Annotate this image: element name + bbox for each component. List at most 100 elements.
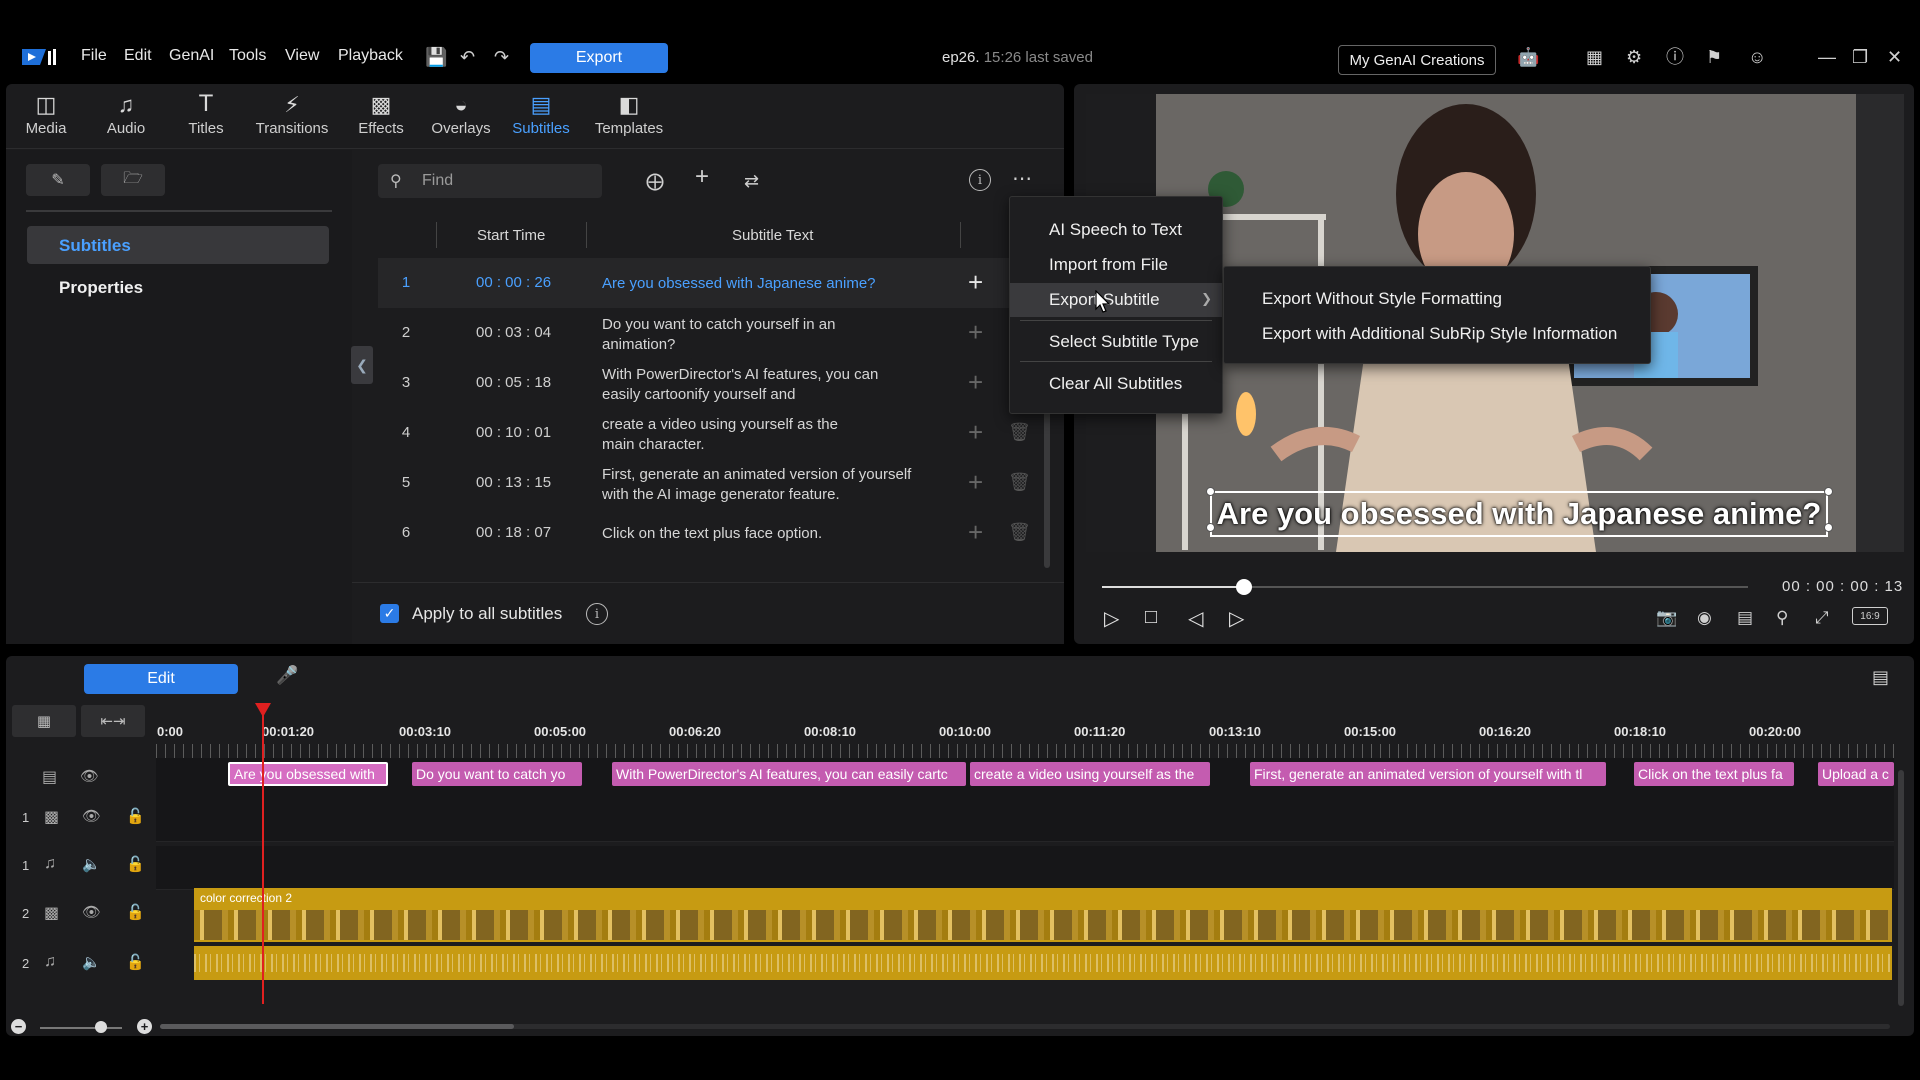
subtitle-row[interactable]: 2 00 : 03 : 04 Do you want to catch your… [378, 308, 1050, 358]
row-start-time[interactable]: 00 : 18 : 07 [476, 524, 551, 541]
tab-overlays[interactable]: ◒ Overlays [421, 92, 501, 137]
lock-icon[interactable]: 🔓 [126, 903, 145, 921]
restore-icon[interactable]: ❐ [1852, 48, 1868, 66]
timeline-vertical-scrollbar[interactable] [1898, 770, 1904, 1006]
track-manager-button[interactable]: ▦ [12, 705, 76, 737]
playhead-line[interactable] [262, 704, 264, 1004]
subtitle-row[interactable]: 4 00 : 10 : 01 create a video using your… [378, 408, 1050, 458]
menu-clear-all-subtitles[interactable]: Clear All Subtitles [1010, 367, 1222, 401]
stop-icon[interactable]: □ [1145, 606, 1157, 629]
resize-handle[interactable] [1824, 523, 1833, 532]
feedback-icon[interactable]: ⚑ [1706, 48, 1722, 66]
trash-icon[interactable]: 🗑 [1008, 422, 1031, 443]
sidebar-item-subtitles[interactable]: Subtitles [27, 226, 329, 264]
voice-record-icon[interactable]: 🎤 [276, 666, 298, 684]
menu-select-subtitle-type[interactable]: Select Subtitle Type [1010, 325, 1222, 359]
lock-icon[interactable]: 🔓 [126, 807, 145, 825]
aspect-ratio-button[interactable]: 16:9 [1852, 607, 1888, 625]
insert-subtitle-icon[interactable]: + [968, 469, 983, 495]
insert-subtitle-icon[interactable]: + [968, 519, 983, 545]
close-icon[interactable]: ✕ [1887, 48, 1902, 66]
menu-playback[interactable]: Playback [338, 47, 403, 65]
zoom-slider-track[interactable] [40, 1027, 122, 1029]
speaker-icon[interactable]: 🔈 [82, 953, 101, 971]
subtitle-row[interactable]: 1 00 : 00 : 26 Are you obsessed with Jap… [378, 258, 1050, 308]
more-options-icon[interactable]: ⋯ [1012, 169, 1032, 189]
row-start-time[interactable]: 00 : 13 : 15 [476, 474, 551, 491]
resize-handle[interactable] [1206, 487, 1215, 496]
row-start-time[interactable]: 00 : 03 : 04 [476, 324, 551, 341]
eye-icon[interactable]: 👁 [82, 807, 101, 825]
row-subtitle-text[interactable]: With PowerDirector's AI features, you ca… [602, 365, 882, 405]
save-icon[interactable]: 💾 [425, 48, 447, 66]
collapse-sidebar-button[interactable]: ❮ [351, 346, 373, 384]
subtitle-clip[interactable]: create a video using yourself as the [970, 762, 1210, 786]
eye-icon[interactable]: 👁 [82, 903, 101, 921]
video-clip[interactable]: color correction 2 [194, 888, 1892, 942]
row-start-time[interactable]: 00 : 05 : 18 [476, 374, 551, 391]
preview-quality-icon[interactable]: ◉ [1697, 608, 1712, 628]
menu-tools[interactable]: Tools [229, 47, 266, 65]
subtitle-clip[interactable]: First, generate an animated version of y… [1250, 762, 1606, 786]
tab-templates[interactable]: ◧ Templates [589, 92, 669, 137]
insert-subtitle-icon[interactable]: + [968, 419, 983, 445]
row-subtitle-text[interactable]: First, generate an animated version of y… [602, 465, 922, 505]
menu-import-from-file[interactable]: Import from File [1010, 248, 1222, 282]
speaker-icon[interactable]: 🔈 [82, 855, 101, 873]
row-subtitle-text[interactable]: Click on the text plus face option. [602, 524, 922, 544]
tab-transitions[interactable]: ⚡ Transitions [252, 92, 332, 137]
next-frame-icon[interactable]: ▷ [1229, 606, 1244, 631]
tab-subtitles[interactable]: ▤ Subtitles [501, 92, 581, 137]
subtitle-row[interactable]: 3 00 : 05 : 18 With PowerDirector's AI f… [378, 358, 1050, 408]
timeline-scroll-thumb[interactable] [160, 1024, 514, 1029]
video-track[interactable] [156, 798, 1894, 842]
snapshot-icon[interactable]: 📷 [1656, 608, 1677, 628]
menu-export-with-subrip-style[interactable]: Export with Additional SubRip Style Info… [1262, 324, 1617, 344]
row-start-time[interactable]: 00 : 00 : 26 [476, 274, 551, 291]
audio-clip[interactable] [194, 946, 1892, 980]
play-icon[interactable]: ▷ [1104, 606, 1119, 631]
zoom-slider-handle[interactable] [95, 1021, 107, 1033]
tab-audio[interactable]: ♫ Audio [86, 92, 166, 137]
caption-overlay[interactable]: Are you obsessed with Japanese anime? [1210, 491, 1828, 537]
tab-titles[interactable]: T Titles [166, 92, 246, 137]
subtitle-track[interactable]: Are you obsessed with Do you want to cat… [156, 758, 1894, 802]
lock-icon[interactable]: 🔓 [126, 953, 145, 971]
layout-icon[interactable]: ▦ [1586, 48, 1603, 66]
my-genai-creations-button[interactable]: My GenAI Creations [1338, 45, 1496, 75]
subtitle-clip[interactable]: Click on the text plus fa [1634, 762, 1794, 786]
apply-all-info-icon[interactable]: i [586, 603, 608, 625]
subtitle-display-icon[interactable]: ▤ [1737, 608, 1753, 628]
zoom-in-icon[interactable]: + [137, 1019, 152, 1034]
import-folder-button[interactable]: 🗁 [101, 164, 165, 196]
menu-edit[interactable]: Edit [124, 47, 152, 65]
search-box[interactable]: ⚲ [378, 164, 602, 198]
trash-icon[interactable]: 🗑 [1008, 522, 1031, 543]
subtitle-clip[interactable]: Are you obsessed with [228, 762, 388, 786]
menu-export-subtitle[interactable]: Export Subtitle ❯ [1010, 283, 1222, 317]
export-button[interactable]: Export [530, 43, 668, 73]
edit-subtitle-file-button[interactable]: ✎ [26, 164, 90, 196]
tab-effects[interactable]: ▩ Effects [341, 92, 421, 137]
search-input[interactable] [422, 170, 592, 192]
eye-icon[interactable]: 👁 [80, 767, 99, 785]
resize-handle[interactable] [1824, 487, 1833, 496]
speech-to-text-icon[interactable]: ⨁ [646, 172, 664, 190]
fullscreen-icon[interactable]: ⤢ [1815, 608, 1829, 628]
gear-icon[interactable]: ⚙ [1626, 48, 1642, 66]
scrubber-handle[interactable] [1236, 579, 1253, 595]
timeline-settings-icon[interactable]: ▤ [1872, 668, 1889, 686]
account-icon[interactable]: ☺ [1748, 48, 1766, 66]
menu-ai-speech-to-text[interactable]: AI Speech to Text [1010, 213, 1222, 247]
fit-timeline-button[interactable]: ⇤⇥ [81, 705, 145, 737]
sidebar-item-properties[interactable]: Properties [27, 268, 329, 306]
zoom-preview-icon[interactable]: ⚲ [1776, 608, 1788, 628]
insert-subtitle-icon[interactable]: + [968, 269, 983, 295]
row-subtitle-text[interactable]: Are you obsessed with Japanese anime? [602, 274, 922, 294]
redo-icon[interactable]: ↷ [494, 48, 509, 66]
subtitle-clip[interactable]: Upload a c [1818, 762, 1894, 786]
lock-icon[interactable]: 🔓 [126, 855, 145, 873]
minimize-icon[interactable]: — [1818, 48, 1836, 66]
ai-robot-icon[interactable]: 🤖 [1517, 48, 1539, 66]
column-subtitle-text[interactable]: Subtitle Text [732, 227, 813, 244]
